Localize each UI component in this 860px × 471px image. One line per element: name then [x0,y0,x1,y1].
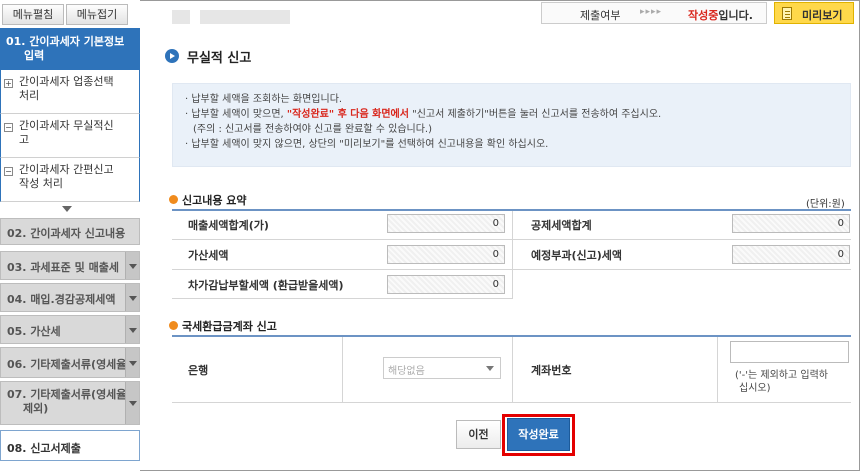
sidebar-item-label: 제외) [23,402,49,415]
deduction-label: 공제세액합계 [531,219,592,232]
chevron-down-icon[interactable] [125,382,139,424]
info-text: · 납부할 세액이 맞으면, [185,109,287,120]
collapse-toggle-icon[interactable]: − [4,167,13,176]
expand-toggle-icon[interactable]: + [4,79,13,88]
sidebar-subitem-no-record[interactable]: − 간이과세자 무실적신 고 [0,114,140,158]
sales-tax-value: 0 [387,214,505,233]
account-number-input[interactable] [730,341,849,363]
sidebar-item-label: 03. 과세표준 및 매출세 [7,261,119,274]
account-number-label: 계좌번호 [531,364,572,377]
table-divider [342,337,343,403]
sidebar-subitem-label: 간이과세자 무실적신 [19,119,114,132]
status-suffix: 입니다. [718,9,753,22]
sidebar-subitem-label: 고 [19,133,30,146]
info-line: · 납부할 세액이 맞으면, "작성완료" 후 다음 화면에서 "신고서 제출하… [185,107,850,122]
chevron-down-icon[interactable] [125,252,139,279]
refund-section-title: 국세환급금계좌 신고 [182,320,277,333]
penalty-value: 0 [387,245,505,264]
sidebar-item-label: 06. 기타제출서류(영세율 [7,358,127,371]
sidebar-current-line1: 01. 간이과세자 기본정보 [6,35,125,48]
sidebar-item-label: 05. 가산세 [7,325,61,338]
chevron-down-icon[interactable] [125,348,139,377]
sidebar-subitem-simple-report[interactable]: − 간이과세자 간편신고 작성 처리 [0,158,140,202]
submission-label: 제출여부 [580,9,621,22]
sidebar-item-05[interactable]: 05. 가산세 [0,315,140,344]
info-line: · 납부할 세액이 맞지 않으면, 상단의 "미리보기"를 선택하여 신고내용을… [185,139,549,150]
table-divider [717,337,718,403]
masked-text [172,10,190,24]
account-hint: ('-'는 제외하고 입력하 십시오) [735,369,828,395]
sales-tax-label: 매출세액합계(가) [188,219,269,232]
summary-section-title: 신고내용 요약 [182,194,247,207]
play-circle-icon [165,49,179,63]
document-icon [782,7,792,20]
prenotice-label: 예정부과(신고)세액 [531,249,623,262]
sidebar-subitem-label: 간이과세자 업종선택 [19,75,114,88]
bank-label: 은행 [188,364,209,377]
complete-button[interactable]: 작성완료 [507,418,570,451]
unit-label: (단위:원) [806,199,845,210]
sidebar-subitem-business-type[interactable]: + 간이과세자 업종선택 처리 [0,70,140,114]
sidebar-item-07[interactable]: 07. 기타제출서류(영세율 제외) [0,381,140,425]
section-bullet-icon [169,195,178,204]
deduction-value: 0 [732,214,850,233]
info-highlight: "작성완료" 후 다음 화면에서 [286,109,409,120]
preview-label: 미리보기 [802,9,843,22]
submission-status-bar: 제출여부 ▸▸▸▸ 작성중입니다. [541,2,767,24]
sidebar-item-08[interactable]: 08. 신고서제출 [0,430,140,461]
masked-text [200,10,290,24]
status-highlight: 작성중 [688,9,719,22]
sidebar-subitem-label: 간이과세자 간편신고 [19,163,114,176]
sidebar-subitem-label: 작성 처리 [19,177,63,190]
sidebar-item-label: 07. 기타제출서류(영세율 [7,388,127,401]
sidebar-current-line2: 입력 [24,49,45,62]
sidebar-item-02[interactable]: 02. 간이과세자 신고내용 [0,218,140,245]
table-divider [512,337,513,403]
info-box: · 납부할 세액을 조회하는 화면입니다. · 납부할 세액이 맞으면, "작성… [172,83,851,167]
penalty-label: 가산세액 [188,249,229,262]
down-arrow-icon [62,206,72,212]
table-divider [512,211,513,270]
sidebar-item-03[interactable]: 03. 과세표준 및 매출세 [0,251,140,280]
sidebar-item-label: 04. 매입.경감공제세액 [7,293,116,306]
info-text: "신고서 제출하기"버튼을 눌러 신고서를 전송하여 주십시오. [408,109,662,120]
hint-line: 십시오) [739,383,771,394]
page-title: 무실적 신고 [187,51,252,66]
net-tax-label: 차가감납부할세액 (환급받을세액) [188,279,344,292]
bank-select[interactable]: 해당없음 [383,357,501,379]
preview-button[interactable]: 미리보기 [774,2,854,24]
sidebar: 메뉴펼침 메뉴접기 01. 간이과세자 기본정보 입력 + 간이과세자 업종선택… [0,0,140,471]
sidebar-item-06[interactable]: 06. 기타제출서류(영세율 [0,347,140,378]
table-divider [512,270,513,299]
status-text: 작성중입니다. [688,7,753,23]
prenotice-value: 0 [732,245,850,264]
chevron-down-icon[interactable] [125,316,139,343]
net-tax-value: 0 [387,275,505,294]
sidebar-current-step[interactable]: 01. 간이과세자 기본정보 입력 [0,28,140,70]
chevron-down-icon[interactable] [125,284,139,311]
info-line: · 납부할 세액을 조회하는 화면입니다. [185,94,343,105]
menu-expand-button[interactable]: 메뉴펼침 [2,4,64,25]
sidebar-item-label: 02. 간이과세자 신고내용 [7,227,126,240]
previous-button[interactable]: 이전 [456,420,501,449]
sidebar-subitem-label: 처리 [19,89,40,102]
section-bullet-icon [169,321,178,330]
collapse-toggle-icon[interactable]: − [4,123,13,132]
hint-line: ('-'는 제외하고 입력하 [735,370,828,381]
info-line: (주의 : 신고서를 전송하여야 신고를 완료할 수 있습니다.) [193,124,433,135]
sidebar-item-04[interactable]: 04. 매입.경감공제세액 [0,283,140,312]
menu-collapse-button[interactable]: 메뉴접기 [66,4,128,25]
progress-arrows-icon: ▸▸▸▸ [640,7,663,17]
